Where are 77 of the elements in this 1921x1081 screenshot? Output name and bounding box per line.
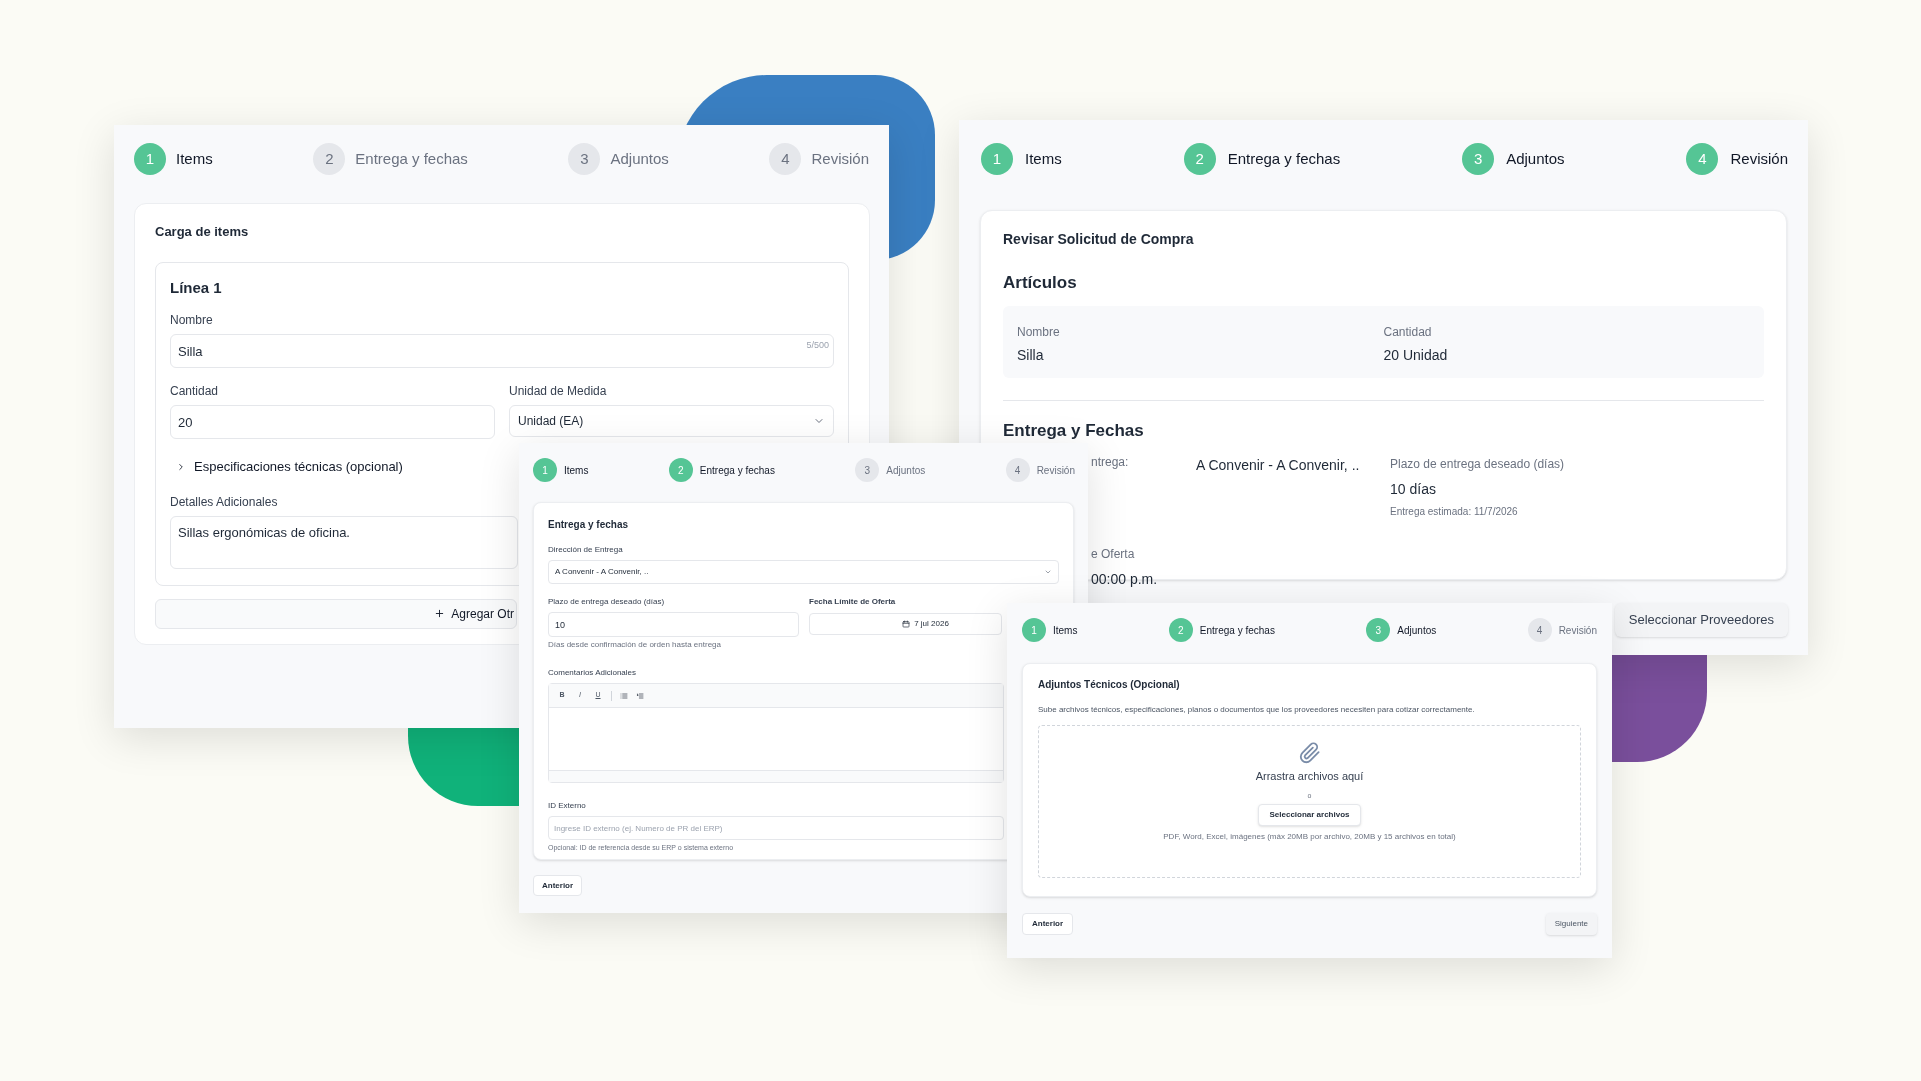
step-label[interactable]: Entrega y fechas (1199, 622, 1275, 638)
field-label: Detalles Adicionales (170, 493, 279, 511)
field-label: Plazo de entrega deseado (días) (548, 596, 666, 608)
detail-value: 00:00 p.m. (1091, 570, 1159, 589)
numbered-list-icon (636, 691, 644, 700)
step-label[interactable]: Adjuntos (1506, 147, 1565, 171)
field-label: Fecha Límite de Oferta (809, 596, 897, 608)
step-label[interactable]: Revisión (1036, 462, 1075, 478)
card-title: Carga de items (155, 223, 250, 241)
back-button[interactable]: Anterior (1022, 913, 1074, 935)
step-label[interactable]: Adjuntos (886, 462, 926, 478)
list-button[interactable] (636, 691, 644, 700)
step-label[interactable]: Adjuntos (1397, 622, 1437, 638)
character-counter: 5/500 (806, 339, 829, 352)
select-suppliers-button[interactable]: Seleccionar Proveedores (1614, 603, 1788, 637)
input-field[interactable]: 20 (170, 405, 495, 439)
card-title: Entrega y fechas (548, 518, 630, 532)
field-label: Dirección de Entrega (548, 544, 624, 556)
summary-label: Nombre (1017, 323, 1061, 341)
input-field[interactable]: 10 (548, 612, 799, 637)
step-number[interactable]: 4 (1527, 618, 1552, 642)
detail-value: A Convenir - A Convenir, .. (1196, 456, 1361, 475)
drop-zone-title: Arrastra archivos aquí (1255, 769, 1364, 784)
field-label: ID Externo (548, 800, 587, 812)
help-text: PDF, Word, Excel, imágenes (máx 20MB por archivo, 20MB y 15 archivos en total) (1163, 831, 1456, 843)
bullet-list-icon (620, 691, 628, 700)
step-label[interactable]: Revisión (1558, 622, 1597, 638)
detail-label: e Oferta (1091, 546, 1136, 563)
date-picker[interactable]: 7 jul 2026 (809, 613, 1002, 635)
text-area[interactable]: Sillas ergonómicas de oficina. (170, 515, 518, 569)
step-label[interactable]: Entrega y fechas (1227, 147, 1341, 171)
help-text: Días desde confirmación de orden hasta entrega (548, 639, 722, 651)
collapsible-toggle[interactable]: Especificaciones técnicas (opcional) (176, 457, 403, 477)
select-files-button[interactable]: Seleccionar archivos (1258, 804, 1361, 826)
step-number[interactable]: 3 (568, 143, 601, 175)
card-title: Revisar Solicitud de Compra (1003, 230, 1195, 249)
list-button[interactable] (620, 691, 628, 700)
step-label[interactable]: Entrega y fechas (699, 462, 775, 478)
next-button[interactable]: Siguiente (1545, 913, 1597, 935)
chevron-down-icon (1044, 568, 1052, 576)
card-description: Sube archivos técnicos, especificaciones, planos o documentos que los proveedores necesiten para cotizar correctamente. (1038, 704, 1476, 716)
card-title: Adjuntos Técnicos (Opcional) (1038, 678, 1181, 692)
step-label[interactable]: Items (564, 462, 589, 478)
step-label[interactable]: Adjuntos (610, 147, 669, 171)
field-label: Cantidad (170, 383, 220, 400)
input-field[interactable]: Ingrese ID externo (ej. Numero de PR del ERP) (548, 816, 1004, 840)
summary-value: 20 Unidad (1383, 345, 1449, 365)
step-number[interactable]: 3 (855, 458, 880, 482)
detail-label: ntrega: (1091, 454, 1130, 471)
step-label[interactable]: Items (1025, 147, 1062, 171)
add-line-button[interactable]: Agregar Otr (155, 598, 517, 629)
step-label[interactable]: Items (176, 147, 213, 171)
dropdown[interactable]: Unidad (EA) (509, 405, 834, 437)
line-title: Línea 1 (170, 277, 223, 298)
chevron-right-icon (176, 461, 186, 472)
detail-label: Plazo de entrega deseado (días) (1390, 456, 1566, 473)
paperclip-icon (1298, 742, 1321, 764)
step-label[interactable]: Entrega y fechas (355, 147, 468, 171)
step-number[interactable]: 4 (769, 143, 802, 175)
step-number[interactable]: 4 (1005, 458, 1030, 482)
step-label[interactable]: Revisión (811, 147, 869, 171)
section-heading: Artículos (1003, 272, 1078, 294)
section-heading: Entrega y Fechas (1003, 419, 1145, 442)
field-label: Nombre (170, 312, 214, 329)
back-button[interactable]: Anterior (533, 875, 583, 896)
dropdown[interactable]: A Convenir - A Convenir, .. (548, 560, 1059, 584)
field-label: Comentarios Adicionales (548, 667, 638, 679)
summary-value: Silla (1017, 345, 1045, 365)
step-label[interactable]: Revisión (1730, 147, 1788, 171)
detail-note: Entrega estimada: 11/7/2026 (1390, 505, 1519, 519)
calendar-icon (902, 620, 911, 628)
detail-value: 10 días (1390, 480, 1437, 499)
step-number[interactable]: 2 (313, 143, 346, 175)
summary-label: Cantidad (1383, 323, 1433, 341)
step-label[interactable]: Items (1053, 622, 1078, 638)
field-label: Unidad de Medida (509, 383, 608, 400)
plus-icon (434, 608, 446, 619)
